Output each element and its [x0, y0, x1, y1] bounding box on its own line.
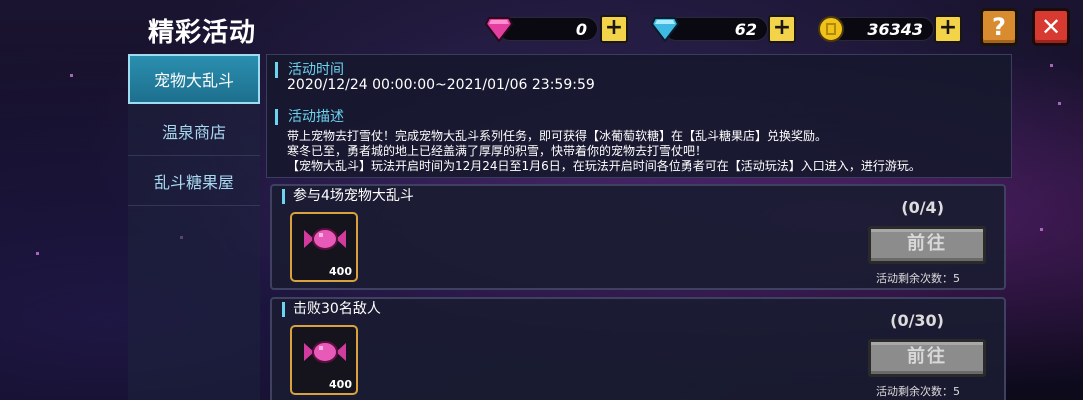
sidebar-item-pet-brawl[interactable]: 宠物大乱斗 [128, 54, 260, 104]
remaining-count: 活动剩余次数：5 [876, 272, 960, 285]
background-star [1058, 102, 1061, 105]
event-description-heading: 活动描述 [275, 109, 344, 125]
blue-gem-icon [650, 14, 680, 44]
close-button[interactable]: ✕ [1032, 8, 1070, 46]
background-star [70, 74, 73, 77]
currency-gold-coin: 36343 + [816, 14, 964, 44]
currency-pink-gem: 0 + [484, 14, 630, 44]
reward-quantity: 400 [329, 265, 352, 278]
currency-blue-gem: 62 + [650, 14, 796, 44]
go-button[interactable]: 前往 [868, 226, 986, 264]
task-title: 击败30名敌人 [282, 302, 381, 317]
task-card: 击败30名敌人 400 (0/30) 前往 活动剩余次数：5 [270, 297, 1006, 400]
currency-value: 0 [575, 20, 587, 39]
event-time-heading: 活动时间 [275, 62, 344, 78]
background-star [1040, 228, 1043, 231]
add-pink-gem-button[interactable]: + [600, 15, 628, 43]
event-time-value: 2020/12/24 00:00:00~2021/01/06 23:59:59 [287, 77, 595, 93]
task-progress: (0/30) [890, 311, 944, 330]
event-info-panel: 活动时间 2020/12/24 00:00:00~2021/01/06 23:5… [266, 54, 1012, 178]
sidebar: 宠物大乱斗 温泉商店 乱斗糖果屋 [128, 54, 260, 400]
reward-quantity: 400 [329, 378, 352, 391]
background-star [1050, 64, 1053, 67]
currency-value: 62 [734, 20, 757, 39]
help-button[interactable]: ? [980, 8, 1018, 46]
remaining-count: 活动剩余次数：5 [876, 385, 960, 398]
gold-coin-icon [816, 14, 846, 44]
event-description-line: 【宠物大乱斗】玩法开启时间为12月24日至1月6日，在玩法开启时间各位勇者可在【… [287, 159, 921, 173]
go-button[interactable]: 前往 [868, 339, 986, 377]
sidebar-item-candy-house[interactable]: 乱斗糖果屋 [128, 156, 260, 206]
candy-icon [304, 339, 346, 369]
add-blue-gem-button[interactable]: + [768, 15, 796, 43]
sidebar-item-hot-spring-shop[interactable]: 温泉商店 [128, 106, 260, 156]
task-progress: (0/4) [901, 198, 944, 217]
background-star [36, 252, 39, 255]
task-card: 参与4场宠物大乱斗 400 (0/4) 前往 活动剩余次数：5 [270, 184, 1006, 290]
currency-value: 36343 [867, 20, 923, 39]
candy-icon [304, 226, 346, 256]
add-gold-coin-button[interactable]: + [934, 15, 962, 43]
reward-item[interactable]: 400 [290, 212, 358, 282]
page-title: 精彩活动 [148, 18, 257, 48]
reward-item[interactable]: 400 [290, 325, 358, 395]
pink-gem-icon [484, 14, 514, 44]
task-title: 参与4场宠物大乱斗 [282, 189, 414, 204]
